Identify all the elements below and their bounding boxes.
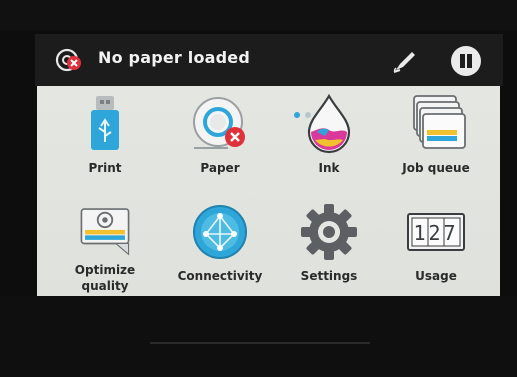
tile-label: Optimize quality (74, 263, 136, 293)
tile-paper[interactable]: Paper (165, 86, 275, 186)
tile-label: Job queue (402, 161, 470, 175)
device-bezel-bottom (0, 296, 517, 377)
pen-icon[interactable] (390, 44, 422, 76)
tile-ink[interactable]: Ink (274, 86, 384, 186)
paper-error-icon (55, 48, 81, 72)
optimize-quality-icon (80, 208, 130, 256)
device-bezel-top (0, 0, 517, 30)
tile-label: Paper (200, 161, 240, 175)
usage-counter-value: 127 (413, 221, 458, 245)
status-message: No paper loaded (98, 48, 250, 67)
tile-job-queue[interactable]: Job queue (381, 86, 491, 186)
tile-label: Settings (300, 269, 358, 283)
bezel-slit (150, 342, 370, 344)
status-bar: No paper loaded (35, 34, 503, 86)
tile-usage[interactable]: 127 Usage (381, 194, 491, 294)
gear-icon (301, 204, 357, 260)
tile-optimize-quality[interactable]: Optimize quality (50, 194, 160, 294)
tile-label: Connectivity (177, 269, 263, 283)
pause-icon (460, 54, 465, 68)
tile-settings[interactable]: Settings (274, 194, 384, 294)
network-globe-icon (193, 205, 247, 259)
paper-roll-error-icon (193, 97, 245, 149)
tile-print[interactable]: Print (50, 86, 160, 186)
usb-drive-icon (91, 96, 119, 150)
job-stack-icon (413, 95, 466, 149)
tile-label: Usage (415, 269, 457, 283)
tile-label: Print (88, 161, 122, 175)
ink-drop-icon (307, 93, 351, 154)
pause-button[interactable] (451, 46, 481, 76)
tile-label: Ink (318, 161, 340, 175)
tile-connectivity[interactable]: Connectivity (165, 194, 275, 294)
counter-icon: 127 (407, 213, 465, 251)
home-panel: Print Paper Ink Job queue Optimize quali… (37, 86, 500, 296)
